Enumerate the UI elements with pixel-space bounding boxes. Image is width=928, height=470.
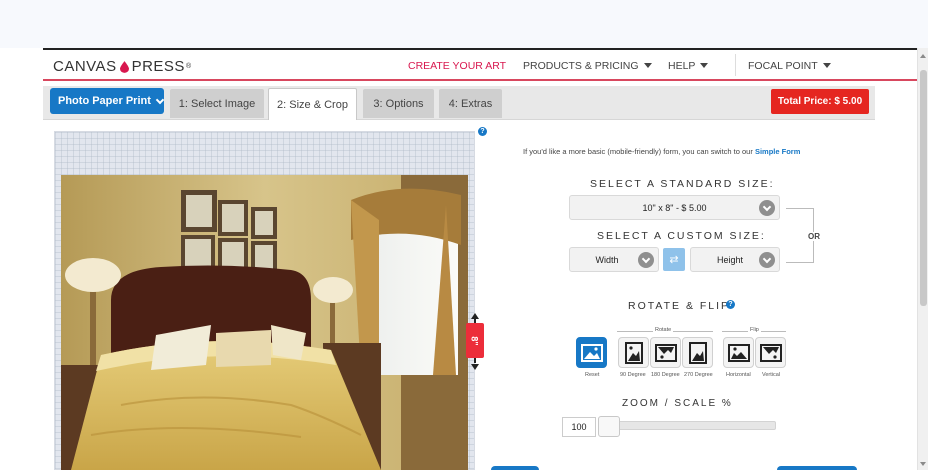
width-label: Width bbox=[595, 254, 619, 265]
zoom-value-input[interactable]: 100 bbox=[562, 417, 596, 437]
zoom-slider-thumb[interactable] bbox=[598, 416, 620, 437]
help-icon[interactable]: ? bbox=[726, 300, 735, 309]
tab-label: 3: Options bbox=[373, 97, 424, 110]
resize-down-arrow-icon[interactable] bbox=[471, 364, 479, 370]
flip-vertical-icon bbox=[759, 343, 782, 362]
flip-vertical-label: Vertical bbox=[762, 372, 781, 378]
height-resize-handle[interactable]: 8" bbox=[466, 323, 484, 358]
caret-down-icon bbox=[822, 63, 831, 68]
product-type-select[interactable]: Photo Paper Print bbox=[50, 88, 165, 114]
flip-horizontal-button[interactable] bbox=[723, 337, 754, 368]
rotate-270-button[interactable] bbox=[682, 337, 713, 368]
site-logo[interactable]: CANVAS PRESS ® bbox=[53, 58, 192, 75]
rotate-270-label: 270 Degree bbox=[684, 372, 713, 378]
scroll-down-icon[interactable] bbox=[920, 462, 926, 466]
dropdown-icon bbox=[759, 200, 775, 216]
tab-label: 4: Extras bbox=[448, 97, 493, 110]
tab-label: 2: Size & Crop bbox=[277, 98, 348, 111]
total-price-badge: Total Price: $ 5.00 bbox=[771, 89, 869, 114]
standard-size-select[interactable]: 10" x 8" - $ 5.00 bbox=[569, 195, 780, 220]
nav-help-label: HELP bbox=[668, 60, 696, 72]
uploaded-photo[interactable] bbox=[61, 175, 468, 470]
page-scrollbar[interactable] bbox=[917, 48, 928, 470]
nav-products-pricing[interactable]: PRODUCTS & PRICING bbox=[523, 60, 652, 72]
standard-size-title: SELECT A STANDARD SIZE: bbox=[590, 178, 775, 190]
site-header: CANVAS PRESS ® CREATE YOUR ART PRODUCTS … bbox=[43, 50, 917, 81]
notice-text: If you'd like a more basic (mobile-frien… bbox=[523, 147, 753, 156]
total-price-label: Total Price: $ 5.00 bbox=[777, 96, 863, 107]
zoom-slider-track[interactable] bbox=[600, 421, 776, 430]
rotate-flip-title: ROTATE & FLIP bbox=[628, 300, 731, 312]
caret-down-icon bbox=[700, 63, 709, 68]
nav-focal-point[interactable]: FOCAL POINT bbox=[748, 60, 831, 72]
nav-products-label: PRODUCTS & PRICING bbox=[523, 60, 639, 72]
rotate-group-label: Rotate bbox=[653, 327, 674, 333]
scrollbar-thumb[interactable] bbox=[920, 70, 927, 306]
ink-drop-icon bbox=[119, 60, 129, 73]
nav-create-your-art[interactable]: CREATE YOUR ART bbox=[408, 60, 506, 72]
tab-extras[interactable]: 4: Extras bbox=[439, 89, 502, 118]
tab-options[interactable]: 3: Options bbox=[363, 89, 434, 118]
nav-focal-label: FOCAL POINT bbox=[748, 60, 818, 72]
help-icon[interactable]: ? bbox=[478, 127, 487, 136]
standard-size-value: 10" x 8" - $ 5.00 bbox=[642, 202, 707, 213]
flip-horizontal-label: Horizontal bbox=[726, 372, 751, 378]
zoom-value: 100 bbox=[571, 422, 587, 432]
tab-label: 1: Select Image bbox=[178, 97, 256, 110]
chevron-down-icon bbox=[155, 95, 165, 104]
height-handle-label: 8" bbox=[470, 335, 480, 346]
rotate-90-label: 90 Degree bbox=[620, 372, 646, 378]
height-select[interactable]: Height bbox=[690, 247, 780, 272]
reset-button[interactable] bbox=[576, 337, 607, 368]
reset-label: Reset bbox=[585, 372, 600, 378]
nav-help[interactable]: HELP bbox=[668, 60, 709, 72]
tab-size-crop[interactable]: 2: Size & Crop bbox=[268, 88, 357, 120]
nav-separator bbox=[735, 54, 736, 76]
steps-bar: Photo Paper Print 1: Select Image 2: Siz… bbox=[43, 86, 875, 120]
dropdown-icon bbox=[638, 252, 654, 268]
rotate-180-icon bbox=[654, 343, 677, 362]
logo-text-right: PRESS bbox=[131, 58, 185, 75]
height-label: Height bbox=[716, 254, 743, 265]
swap-dimensions-button[interactable]: ⇄ bbox=[663, 248, 685, 271]
dropdown-icon bbox=[759, 252, 775, 268]
simple-form-link[interactable]: Simple Form bbox=[755, 147, 800, 156]
tab-select-image[interactable]: 1: Select Image bbox=[170, 89, 264, 118]
logo-text-left: CANVAS bbox=[53, 58, 117, 75]
flip-group-label: Flip bbox=[748, 327, 761, 333]
rotate-180-button[interactable] bbox=[650, 337, 681, 368]
or-label: OR bbox=[807, 232, 821, 241]
next-button[interactable] bbox=[777, 466, 857, 470]
width-select[interactable]: Width bbox=[569, 247, 659, 272]
swap-icon: ⇄ bbox=[669, 254, 679, 266]
product-type-label: Photo Paper Print bbox=[58, 95, 151, 107]
rotate-270-icon bbox=[688, 341, 707, 364]
zoom-scale-title: ZOOM / SCALE % bbox=[622, 398, 733, 409]
caret-down-icon bbox=[643, 63, 652, 68]
browser-top-area bbox=[0, 0, 928, 48]
resize-stem bbox=[474, 358, 476, 363]
scroll-up-icon[interactable] bbox=[920, 54, 926, 58]
image-icon bbox=[580, 343, 603, 362]
simple-form-notice: If you'd like a more basic (mobile-frien… bbox=[523, 147, 800, 156]
flip-vertical-button[interactable] bbox=[755, 337, 786, 368]
registered-mark: ® bbox=[185, 63, 192, 70]
rotate-90-button[interactable] bbox=[618, 337, 649, 368]
flip-horizontal-icon bbox=[727, 343, 750, 362]
back-button[interactable] bbox=[491, 466, 539, 470]
nav-create-label: CREATE YOUR ART bbox=[408, 60, 507, 72]
custom-size-title: SELECT A CUSTOM SIZE: bbox=[597, 230, 766, 242]
rotate-90-icon bbox=[624, 341, 643, 364]
rotate-180-label: 180 Degree bbox=[651, 372, 680, 378]
